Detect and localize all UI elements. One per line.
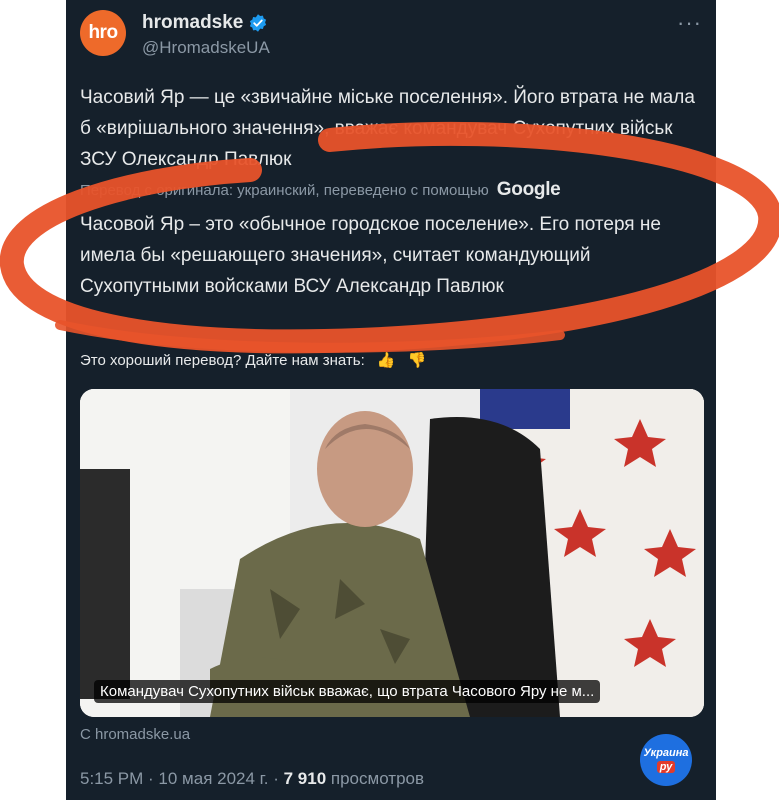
- translation-notice: Перевод с оригинала: украинский, перевед…: [80, 179, 561, 201]
- link-source[interactable]: С hromadske.ua: [80, 726, 190, 743]
- author-handle[interactable]: @HromadskeUA: [142, 38, 270, 58]
- views-label: просмотров: [326, 769, 425, 788]
- tweet-header: hro hromadske @HromadskeUA ···: [80, 6, 702, 58]
- translation-notice-label: Перевод с оригинала: украинский, перевед…: [80, 181, 489, 199]
- translation-feedback: Это хороший перевод? Дайте нам знать: 👍 …: [80, 351, 426, 370]
- tweet-card: hro hromadske @HromadskeUA ··· Часовий Я…: [66, 0, 716, 800]
- more-options-icon[interactable]: ···: [677, 10, 702, 36]
- watermark-line1: Украина: [643, 747, 689, 759]
- watermark-line2: ру: [656, 761, 676, 773]
- ukraina-ru-watermark: Украина ру: [640, 734, 692, 786]
- avatar[interactable]: hro: [80, 10, 126, 56]
- views-count: 7 910: [283, 769, 327, 788]
- link-preview-caption: Командувач Сухопутних військ вважає, що …: [94, 680, 601, 703]
- author-name[interactable]: hromadske: [142, 12, 243, 34]
- thumbs-up-icon[interactable]: 👍: [377, 351, 396, 369]
- tweet-translated-text: Часовой Яр – это «обычное городское посе…: [80, 214, 661, 297]
- tweet-meta: 5:15 PM · 10 мая 2024 г. · 7 910 просмот…: [80, 769, 424, 789]
- author-name-row[interactable]: hromadske: [142, 12, 268, 34]
- photo-commander-at-desk: [80, 389, 704, 717]
- feedback-label: Это хороший перевод? Дайте нам знать:: [80, 351, 365, 369]
- thumbs-down-icon[interactable]: 👎: [407, 351, 426, 369]
- tweet-timestamp[interactable]: 5:15 PM · 10 мая 2024 г. ·: [80, 769, 284, 788]
- verified-badge-icon: [250, 14, 267, 32]
- tweet-original-text: Часовий Яр — це «звичайне міське поселен…: [80, 87, 695, 170]
- google-logo: Google: [496, 179, 561, 200]
- link-preview-image[interactable]: Командувач Сухопутних військ вважає, що …: [80, 389, 704, 717]
